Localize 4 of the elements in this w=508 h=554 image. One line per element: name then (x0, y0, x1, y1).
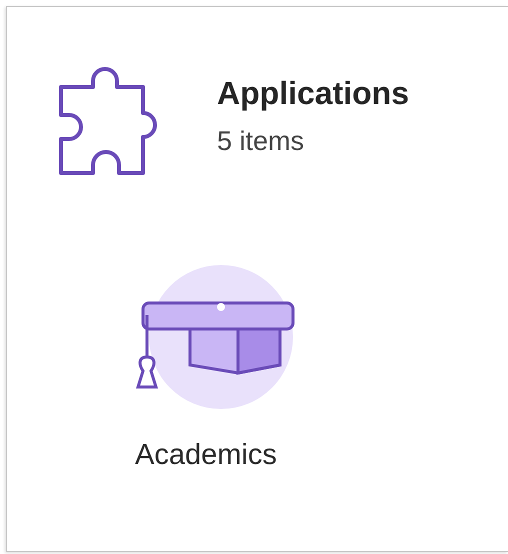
app-label[interactable]: Academics (135, 439, 277, 472)
item-count: 5 items (217, 126, 306, 157)
graduation-cap-icon[interactable] (135, 265, 297, 411)
section-title: Applications (217, 75, 410, 112)
